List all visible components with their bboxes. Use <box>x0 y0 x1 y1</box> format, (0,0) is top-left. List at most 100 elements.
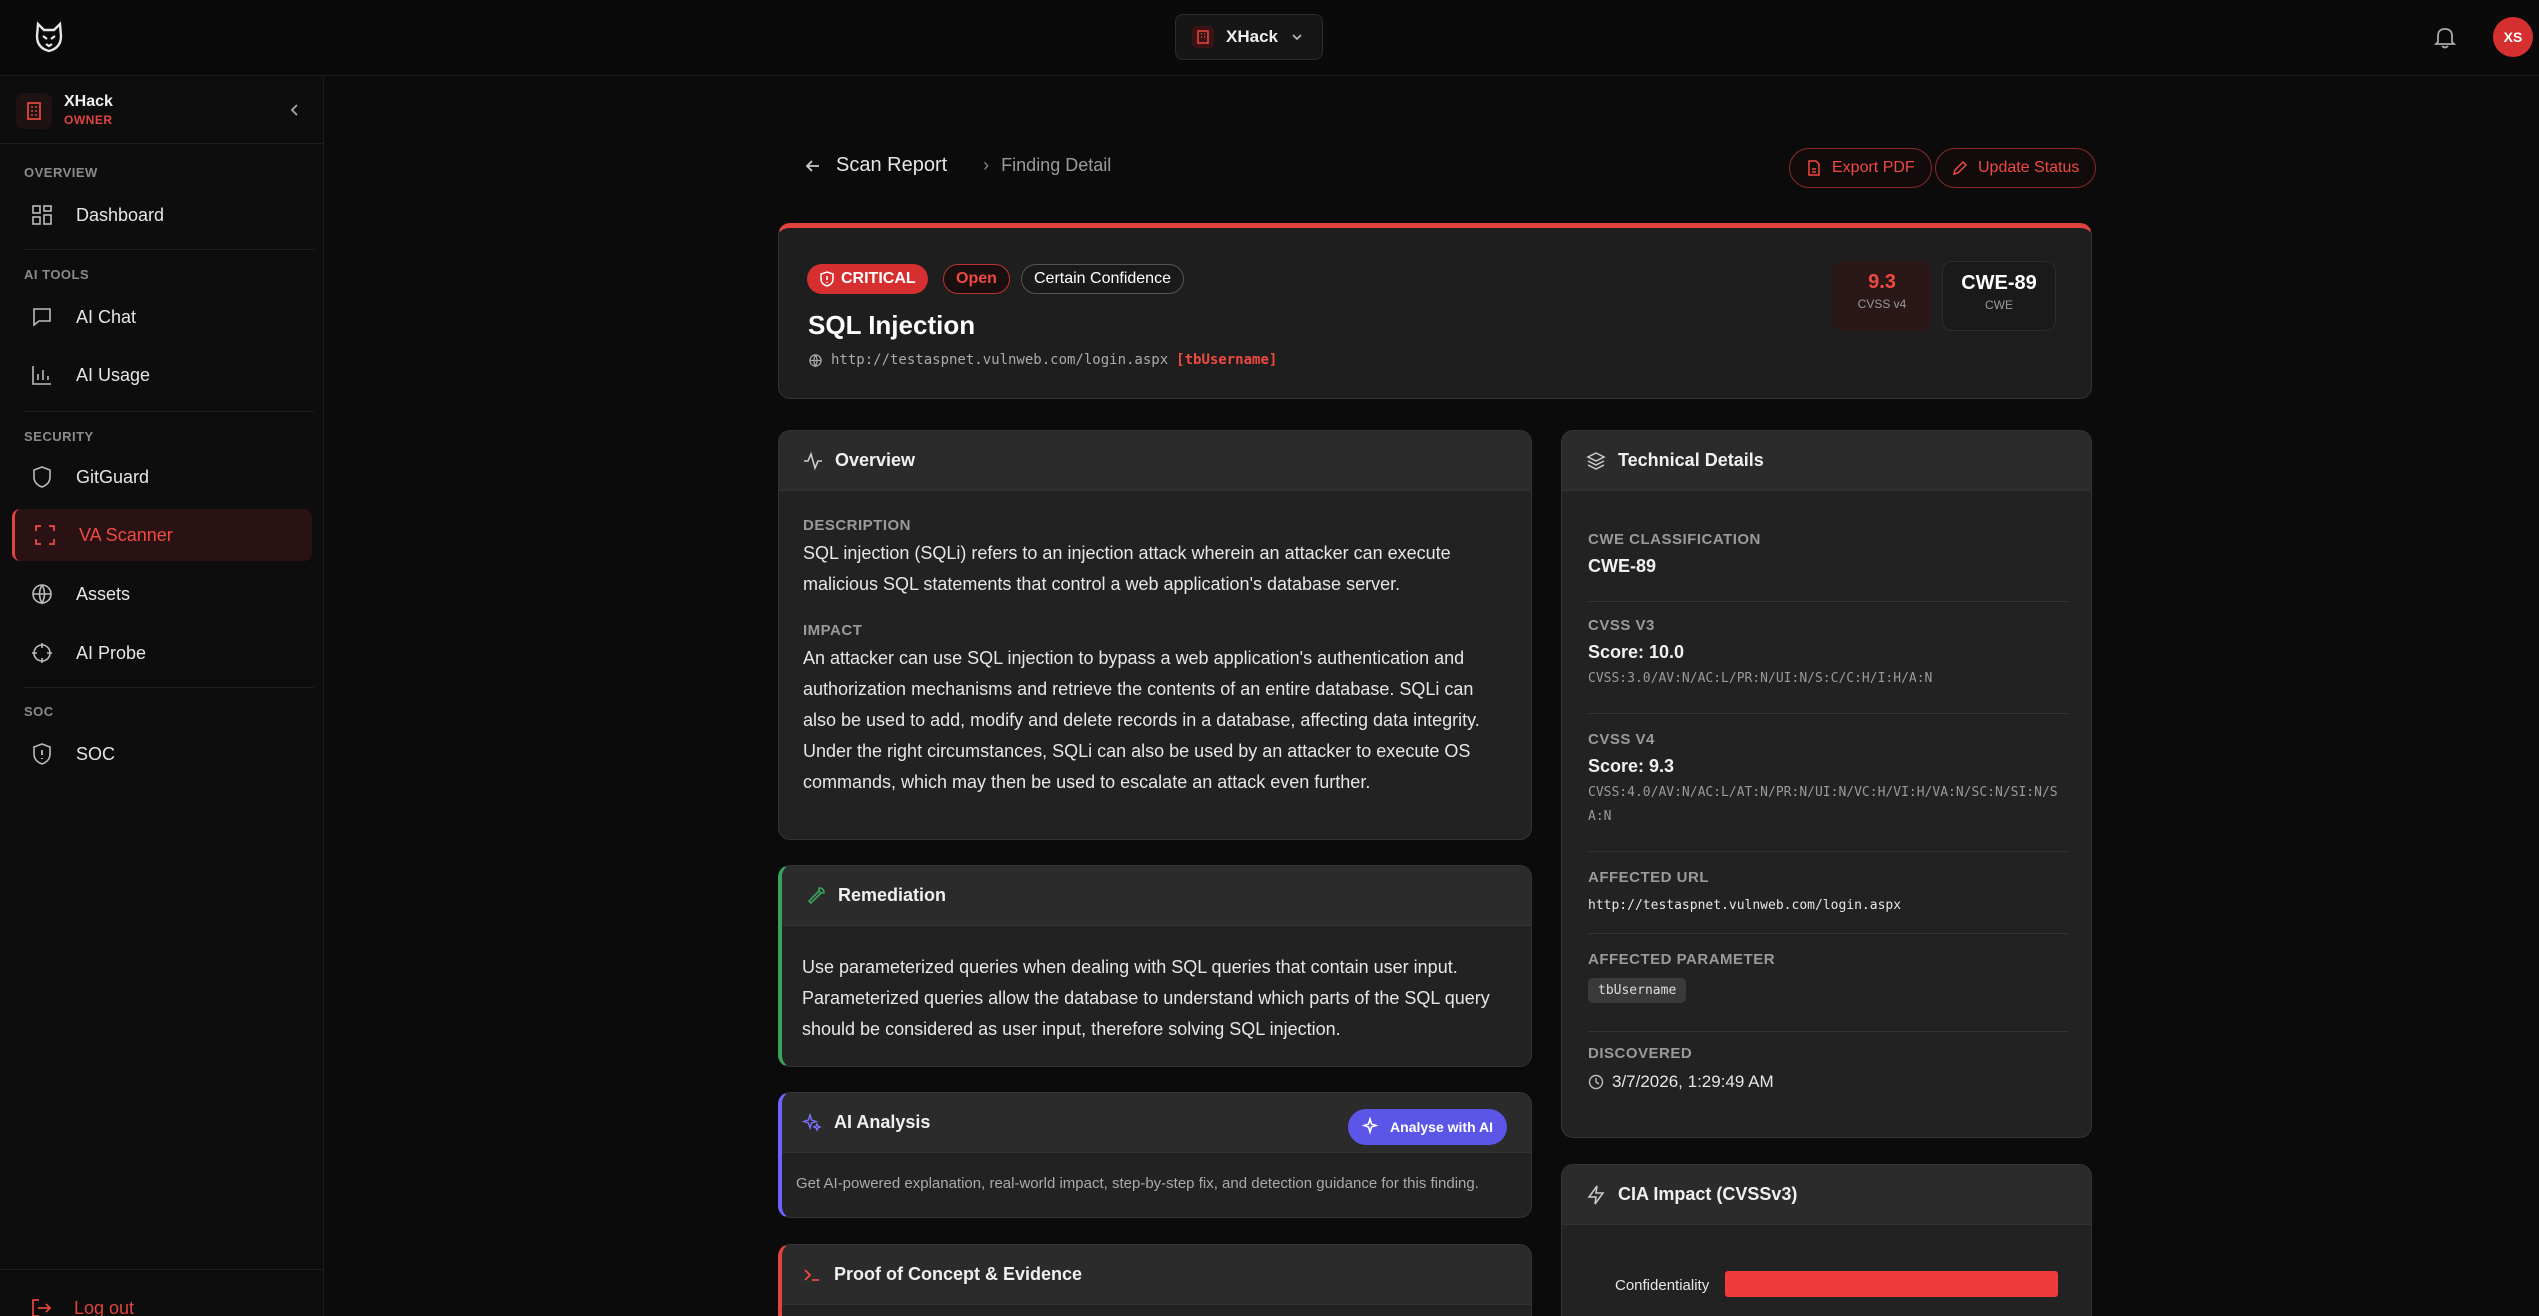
overview-title: Overview <box>835 450 916 470</box>
severity-badge: CRITICAL <box>807 264 928 294</box>
cvss-v3: CVSS V3 Score: 10.0 CVSS:3.0/AV:N/AC:L/P… <box>1588 617 2068 691</box>
bell-icon[interactable] <box>2432 24 2458 50</box>
crosshair-icon <box>32 643 52 663</box>
org-header[interactable]: XHack OWNER <box>0 77 323 144</box>
sparkles-icon <box>802 1112 822 1132</box>
affected-url-label: AFFECTED URL <box>1588 869 1709 886</box>
cia-bar-track <box>1725 1271 2058 1297</box>
cwe-classification-label: CWE CLASSIFICATION <box>1588 531 1761 548</box>
cvss-score-box: 9.3 CVSS v4 <box>1832 261 1932 331</box>
org-role: OWNER <box>64 113 113 127</box>
remediation-card: Remediation Use parameterized queries wh… <box>778 865 1532 1067</box>
affected-url: AFFECTED URL http://testaspnet.vulnweb.c… <box>1588 869 2068 918</box>
cvss-v4-vector: CVSS:4.0/AV:N/AC:L/AT:N/PR:N/UI:N/VC:H/V… <box>1588 785 2058 824</box>
cvss-v4-score: Score: 9.3 <box>1588 756 1675 776</box>
sidebar-item-label: Assets <box>76 583 131 604</box>
affected-parameter-label: AFFECTED PARAMETER <box>1588 951 1776 968</box>
sidebar-item-ai-probe[interactable]: AI Probe <box>12 627 312 679</box>
cia-impact-card: CIA Impact (CVSSv3) Confidentiality <box>1561 1164 2092 1316</box>
ai-analysis-card: AI Analysis Analyse with AI Get AI-power… <box>778 1092 1532 1218</box>
discovered-value: 3/7/2026, 1:29:49 AM <box>1612 1072 1774 1091</box>
affected-parameter: AFFECTED PARAMETER tbUsername <box>1588 951 2068 1003</box>
globe-icon <box>32 584 52 605</box>
section-label-security: SECURITY <box>24 429 94 444</box>
poc-header: Proof of Concept & Evidence <box>782 1245 1531 1305</box>
sidebar-item-gitguard[interactable]: GitGuard <box>12 451 312 503</box>
finding-title: SQL Injection <box>808 310 976 340</box>
ai-analysis-title: AI Analysis <box>834 1112 931 1132</box>
analyse-with-ai-label: Analyse with AI <box>1390 1119 1493 1135</box>
divider <box>1588 851 2068 852</box>
impact-text: An attacker can use SQL injection to byp… <box>803 648 1480 792</box>
chevron-right-icon: › <box>983 155 990 175</box>
cvss-label: CVSS v4 <box>1857 297 1907 311</box>
sidebar-item-assets[interactable]: Assets <box>12 568 312 620</box>
activity-icon <box>804 451 822 470</box>
cia-bar-fill <box>1725 1271 2058 1297</box>
severity-label: CRITICAL <box>841 270 916 287</box>
sidebar-item-ai-chat[interactable]: AI Chat <box>12 291 312 343</box>
pencil-icon <box>1952 160 1968 176</box>
layers-icon <box>1586 451 1606 470</box>
clock-icon <box>1588 1074 1604 1090</box>
breadcrumb: Scan Report › Finding Detail <box>804 154 1111 177</box>
bar-chart-icon <box>32 366 51 385</box>
remediation-header: Remediation <box>782 866 1531 926</box>
section-label-ai-tools: AI TOOLS <box>24 267 90 282</box>
logout-button[interactable]: Log out <box>30 1297 134 1316</box>
sidebar-item-label: GitGuard <box>76 466 150 487</box>
globe-icon <box>809 353 822 367</box>
impact-label: IMPACT <box>803 622 863 639</box>
shield-alert-icon <box>820 271 834 287</box>
cwe-id: CWE-89 <box>1961 272 2037 294</box>
chevron-left-icon[interactable] <box>284 99 306 121</box>
sidebar-item-soc[interactable]: SOC <box>12 728 312 780</box>
breadcrumb-back-label: Scan Report <box>836 154 948 176</box>
analyse-with-ai-button[interactable]: Analyse with AI <box>1348 1109 1507 1145</box>
cvss-v4: CVSS V4 Score: 9.3 CVSS:4.0/AV:N/AC:L/AT… <box>1588 731 2068 829</box>
chat-icon <box>33 308 51 327</box>
export-pdf-button[interactable]: Export PDF <box>1789 148 1932 188</box>
cvss-v3-vector: CVSS:3.0/AV:N/AC:L/PR:N/UI:N/S:C/C:H/I:H… <box>1588 671 1933 686</box>
finding-url-line: http://testaspnet.vulnweb.com/login.aspx… <box>808 352 1277 368</box>
cia-impact-header: CIA Impact (CVSSv3) <box>1562 1165 2091 1225</box>
sparkles-icon <box>1362 1117 1379 1135</box>
sidebar: XHack OWNER OVERVIEW Dashboard AI TOOLS … <box>0 77 324 1316</box>
divider <box>0 1269 323 1270</box>
workspace-switcher[interactable]: XHack <box>1175 14 1323 60</box>
breadcrumb-current: Finding Detail <box>1001 155 1112 175</box>
technical-details-card: Technical Details CWE CLASSIFICATION CWE… <box>1561 430 2092 1138</box>
discovered-label: DISCOVERED <box>1588 1045 1693 1062</box>
sidebar-item-label: Dashboard <box>76 204 165 225</box>
file-icon <box>1808 160 1820 176</box>
status-badge: Open <box>943 264 1010 294</box>
remediation-title: Remediation <box>838 885 947 905</box>
section-label-soc: SOC <box>24 704 54 719</box>
sidebar-item-va-scanner[interactable]: VA Scanner <box>12 509 312 561</box>
workspace-name: XHack <box>1226 27 1278 46</box>
update-status-button[interactable]: Update Status <box>1935 148 2097 188</box>
poc-title: Proof of Concept & Evidence <box>834 1264 1083 1284</box>
divider <box>24 249 314 250</box>
logout-label: Log out <box>74 1297 135 1316</box>
finding-url: http://testaspnet.vulnweb.com/login.aspx <box>831 352 1169 368</box>
sidebar-item-label: VA Scanner <box>79 524 173 545</box>
wolf-logo-icon[interactable] <box>32 20 66 54</box>
divider <box>1588 1031 2068 1032</box>
shield-icon <box>33 466 51 488</box>
divider <box>24 687 314 688</box>
cvss-v3-score: Score: 10.0 <box>1588 642 1685 662</box>
technical-details-title: Technical Details <box>1618 450 1764 470</box>
section-label-overview: OVERVIEW <box>24 165 98 180</box>
top-bar: XHack XS <box>0 0 2539 76</box>
sidebar-item-label: AI Usage <box>76 364 151 385</box>
org-name: XHack <box>64 93 113 110</box>
shield-alert-icon <box>33 743 51 765</box>
sidebar-item-dashboard[interactable]: Dashboard <box>12 189 312 241</box>
ai-analysis-text: Get AI-powered explanation, real-world i… <box>796 1175 1479 1192</box>
back-link[interactable]: Scan Report <box>804 154 947 177</box>
affected-url-value: http://testaspnet.vulnweb.com/login.aspx <box>1588 898 1902 913</box>
avatar[interactable]: XS <box>2493 17 2533 57</box>
sidebar-item-ai-usage[interactable]: AI Usage <box>12 349 312 401</box>
cwe-label: CWE <box>1985 298 2013 312</box>
